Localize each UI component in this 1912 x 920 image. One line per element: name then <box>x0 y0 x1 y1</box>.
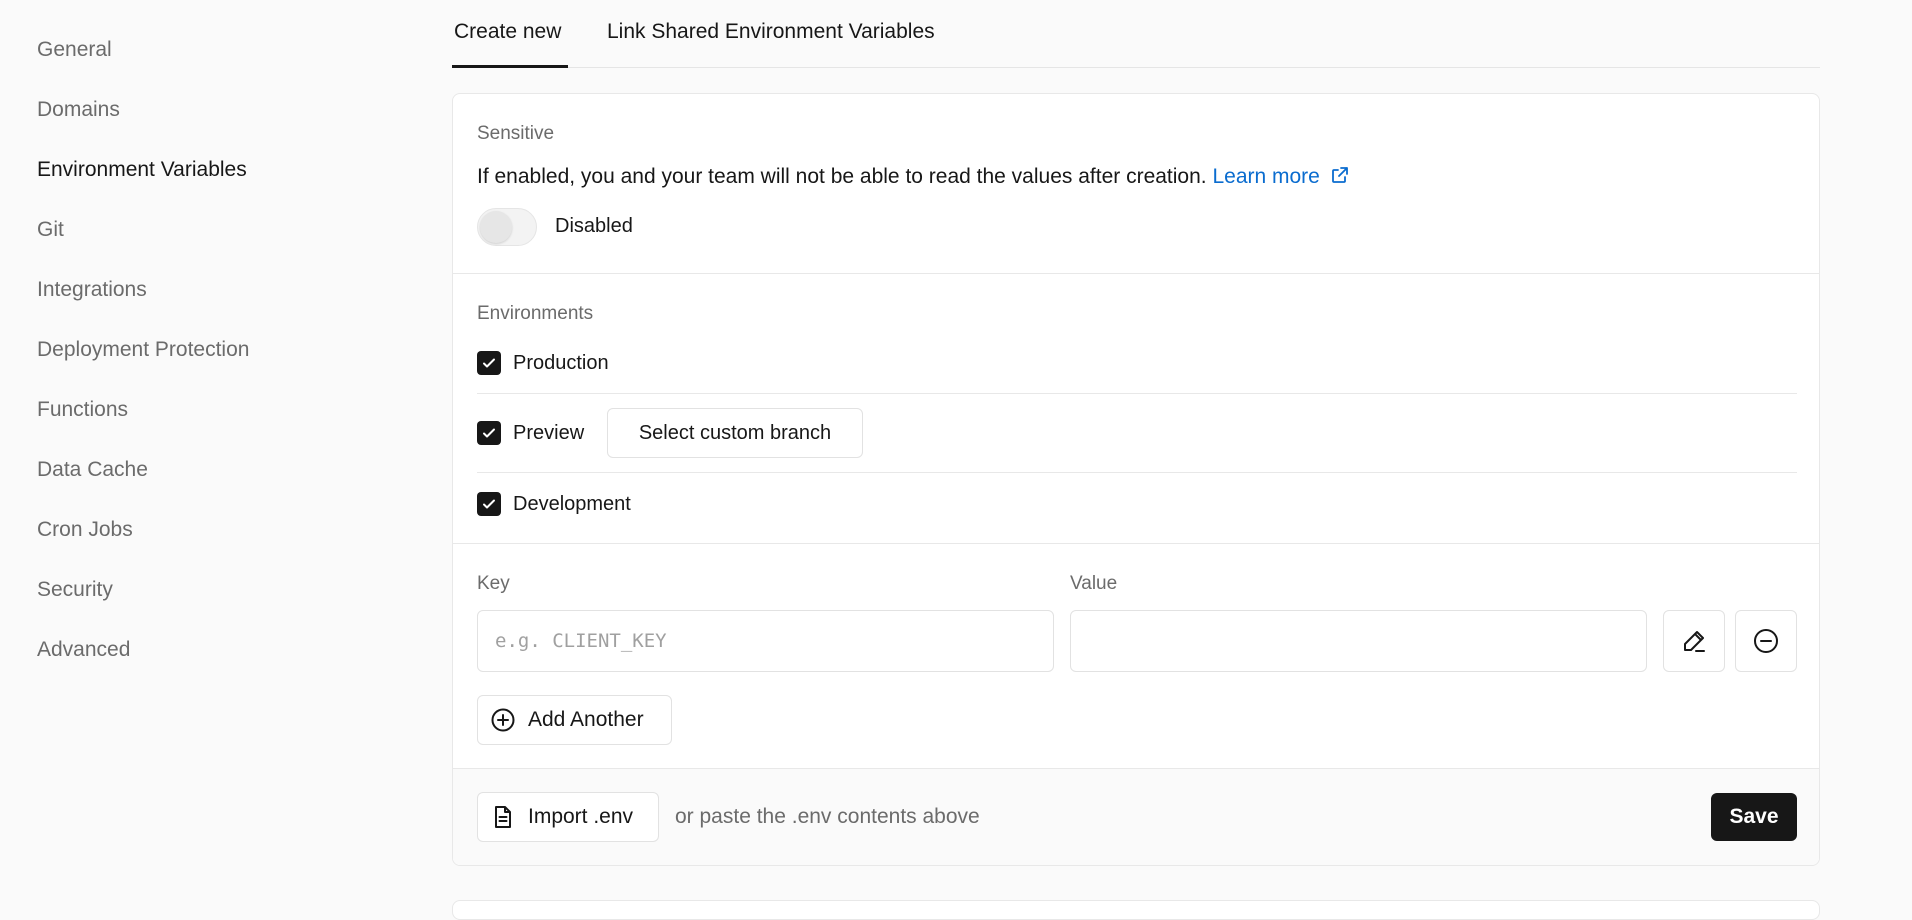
tab-bar: Create new Link Shared Environment Varia… <box>452 0 1820 68</box>
tab-link-shared-env-vars[interactable]: Link Shared Environment Variables <box>607 20 935 44</box>
preview-label: Preview <box>513 422 585 444</box>
key-input[interactable] <box>477 610 1054 672</box>
sensitive-label: Sensitive <box>477 123 555 144</box>
save-button[interactable]: Save <box>1711 793 1797 841</box>
key-label: Key <box>477 573 510 594</box>
sidebar-item-general[interactable]: General <box>37 38 112 62</box>
sidebar-item-deployment-protection[interactable]: Deployment Protection <box>37 338 249 362</box>
import-env-button[interactable]: Import .env <box>477 792 659 842</box>
sidebar-item-integrations[interactable]: Integrations <box>37 278 147 302</box>
check-icon <box>483 499 495 509</box>
divider <box>477 393 1797 394</box>
preview-checkbox[interactable] <box>477 421 501 445</box>
paste-hint: or paste the .env contents above <box>675 805 980 828</box>
sidebar-item-security[interactable]: Security <box>37 578 113 602</box>
divider <box>453 273 1819 274</box>
import-env-label: Import .env <box>528 805 634 828</box>
sensitive-description: If enabled, you and your team will not b… <box>477 165 1350 189</box>
learn-more-label: Learn more <box>1212 165 1320 188</box>
external-link-icon <box>1331 167 1348 183</box>
sidebar: General Domains Environment Variables Gi… <box>0 0 420 907</box>
check-icon <box>483 428 495 438</box>
development-checkbox[interactable] <box>477 492 501 516</box>
sidebar-item-advanced[interactable]: Advanced <box>37 638 130 662</box>
sidebar-item-cron-jobs[interactable]: Cron Jobs <box>37 518 133 542</box>
add-another-button[interactable]: Add Another <box>477 695 672 745</box>
check-icon <box>483 358 495 368</box>
active-tab-indicator <box>452 65 568 68</box>
learn-more-link[interactable]: Learn more <box>1212 165 1349 188</box>
divider <box>453 543 1819 544</box>
development-label: Development <box>513 493 631 515</box>
sensitive-toggle[interactable] <box>477 208 537 246</box>
select-custom-branch-button[interactable]: Select custom branch <box>607 408 863 458</box>
value-label: Value <box>1070 573 1118 594</box>
next-card <box>452 900 1820 920</box>
environments-label: Environments <box>477 303 594 324</box>
sensitive-description-text: If enabled, you and your team will not b… <box>477 165 1207 188</box>
sidebar-item-domains[interactable]: Domains <box>37 98 120 122</box>
create-env-var-card: Sensitive If enabled, you and your team … <box>452 93 1820 866</box>
plus-circle-icon <box>491 708 515 732</box>
toggle-knob <box>480 211 512 243</box>
sidebar-item-data-cache[interactable]: Data Cache <box>37 458 148 482</box>
sidebar-item-functions[interactable]: Functions <box>37 398 128 422</box>
remove-button[interactable] <box>1735 610 1797 672</box>
sidebar-item-environment-variables[interactable]: Environment Variables <box>37 158 247 182</box>
toggle-state-label: Disabled <box>555 215 633 237</box>
card-footer: Import .env or paste the .env contents a… <box>453 768 1819 865</box>
divider <box>477 472 1797 473</box>
minus-circle-icon <box>1754 629 1778 653</box>
production-checkbox[interactable] <box>477 351 501 375</box>
value-input[interactable] <box>1070 610 1647 672</box>
edit-button[interactable] <box>1663 610 1725 672</box>
file-icon <box>495 806 511 828</box>
add-another-label: Add Another <box>528 708 644 731</box>
pencil-icon <box>1684 631 1705 652</box>
tab-create-new[interactable]: Create new <box>454 20 561 44</box>
production-label: Production <box>513 352 609 374</box>
sidebar-item-git[interactable]: Git <box>37 218 64 242</box>
